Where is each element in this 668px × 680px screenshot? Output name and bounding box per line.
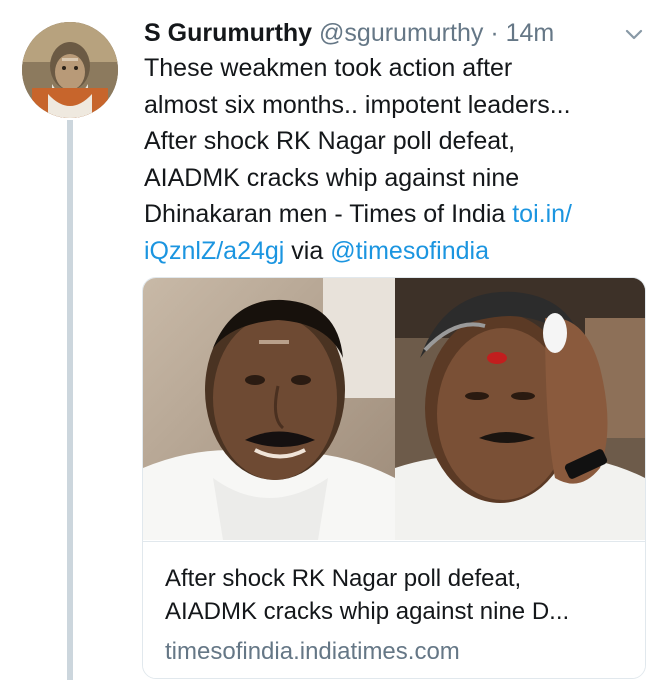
card-photo-right bbox=[395, 278, 645, 540]
author-handle[interactable]: @sgurumurthy bbox=[319, 19, 483, 47]
card-title-line: After shock RK Nagar poll defeat, bbox=[165, 565, 522, 592]
card-title: After shock RK Nagar poll defeat, AIADMK… bbox=[165, 562, 635, 628]
tweet-link-part1[interactable]: toi.in/ bbox=[512, 200, 572, 228]
tweet-text-line: These weakmen took action after bbox=[144, 54, 513, 82]
tweet-text-line: iQznlZ/a24gj via @timesofindia bbox=[144, 233, 644, 270]
tweet-text-line: After shock RK Nagar poll defeat, bbox=[144, 127, 516, 155]
author-name[interactable]: S Gurumurthy bbox=[144, 19, 312, 47]
card-body[interactable]: After shock RK Nagar poll defeat, AIADMK… bbox=[143, 541, 645, 678]
avatar[interactable] bbox=[22, 22, 118, 118]
tweet-text-line: almost six months.. impotent leaders... bbox=[144, 90, 571, 119]
card-title-line: AIADMK cracks whip against nine D... bbox=[165, 598, 570, 625]
tweet-link-part2[interactable]: iQznlZ/a24gj bbox=[144, 237, 284, 265]
tweet-timestamp[interactable]: 14m bbox=[506, 19, 555, 47]
avatar-image bbox=[22, 22, 118, 118]
card-photo-left bbox=[143, 278, 395, 540]
tweet-text-prefix: Dhinakaran men - Times of India bbox=[144, 200, 513, 228]
link-card[interactable]: After shock RK Nagar poll defeat, AIADMK… bbox=[142, 277, 646, 679]
tweet-header: S Gurumurthy @sgurumurthy · 14m bbox=[144, 16, 604, 50]
card-domain: timesofindia.indiatimes.com bbox=[165, 638, 460, 665]
tweet-text-line: AIADMK cracks whip against nine bbox=[144, 163, 520, 192]
tweet-text: These weakmen took action after almost s… bbox=[144, 50, 644, 269]
tweet-text-line: Dhinakaran men - Times of India toi.in/ bbox=[144, 196, 644, 233]
chevron-down-icon[interactable] bbox=[622, 22, 646, 46]
via-text: via bbox=[284, 236, 331, 265]
thread-line bbox=[67, 120, 73, 680]
card-image[interactable] bbox=[143, 278, 645, 540]
mention-link[interactable]: @timesofindia bbox=[330, 237, 489, 265]
separator-dot: · bbox=[490, 19, 499, 47]
